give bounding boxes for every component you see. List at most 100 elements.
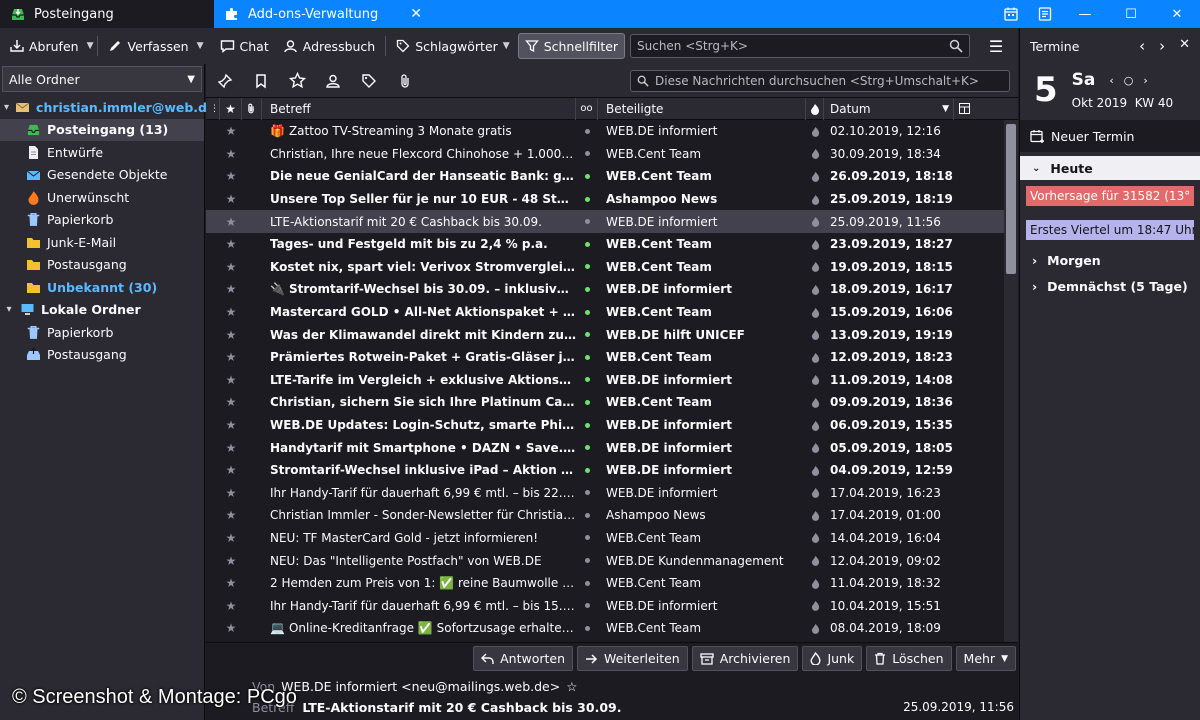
thread-column-icon[interactable]: ⋮ <box>206 97 220 120</box>
read-status-dot[interactable] <box>576 120 598 142</box>
read-status-dot[interactable] <box>576 233 598 255</box>
read-status-dot[interactable] <box>576 324 598 346</box>
junk-status-icon[interactable] <box>806 324 824 346</box>
star-icon[interactable]: ★ <box>220 346 242 368</box>
agenda-today-section[interactable]: ⌄ Heute <box>1020 156 1200 180</box>
get-mail-button[interactable]: Abrufen <box>4 33 85 59</box>
new-event-button[interactable]: Neuer Termin <box>1020 120 1200 152</box>
star-icon[interactable]: ★ <box>220 278 242 300</box>
folder-item[interactable]: Postausgang <box>0 254 204 277</box>
write-dropdown-icon[interactable]: ▼ <box>197 41 204 51</box>
junk-status-icon[interactable] <box>806 617 824 639</box>
message-row[interactable]: ★ LTE-Aktionstarif mit 20 € Cashback bis … <box>206 210 1018 233</box>
correspondents-column-header[interactable]: Beteiligte <box>598 97 806 120</box>
read-status-dot[interactable] <box>576 572 598 594</box>
junk-status-icon[interactable] <box>806 256 824 278</box>
star-icon[interactable]: ★ <box>220 211 242 233</box>
folder-item[interactable]: Postausgang <box>0 344 204 367</box>
star-icon[interactable]: ★ <box>220 391 242 413</box>
delete-button[interactable]: Löschen <box>866 646 952 671</box>
read-status-dot[interactable] <box>576 391 598 413</box>
global-search-input[interactable]: Suchen <Strg+K> <box>630 34 970 58</box>
archive-button[interactable]: Archivieren <box>691 646 799 671</box>
message-search-input[interactable]: Diese Nachrichten durchsuchen <Strg+Umsc… <box>630 69 1010 92</box>
agenda-event[interactable]: Erstes Viertel um 18:47 Uhr <box>1026 220 1194 240</box>
read-status-dot[interactable] <box>576 437 598 459</box>
junk-status-icon[interactable] <box>806 211 824 233</box>
read-status-dot[interactable] <box>576 459 598 481</box>
star-icon[interactable]: ★ <box>220 188 242 210</box>
column-picker-icon[interactable] <box>954 98 974 120</box>
folder-item[interactable]: Papierkorb <box>0 321 204 344</box>
starred-filter-icon[interactable] <box>286 70 308 92</box>
junk-status-icon[interactable] <box>806 527 824 549</box>
close-tab-icon[interactable]: ✕ <box>410 6 422 22</box>
junk-status-icon[interactable] <box>806 572 824 594</box>
chevron-left-icon[interactable]: ‹ <box>1139 37 1145 55</box>
date-column-header[interactable]: Datum ▼ <box>824 97 954 120</box>
tab-inbox[interactable]: Posteingang <box>0 0 214 28</box>
attachment-filter-icon[interactable] <box>394 70 416 92</box>
read-status-dot[interactable] <box>576 211 598 233</box>
read-status-dot[interactable] <box>576 504 598 526</box>
message-row[interactable]: ★ Handytarif mit Smartphone • DAZN • Save… <box>206 436 1018 459</box>
read-status-column-icon[interactable]: oo <box>576 97 598 120</box>
folder-item[interactable]: Unbekannt (30) <box>0 276 204 299</box>
calendar-icon[interactable] <box>994 0 1028 28</box>
message-row[interactable]: ★ NEU: Das "Intelligente Postfach" von WE… <box>206 549 1018 572</box>
more-button[interactable]: Mehr ▼ <box>955 646 1016 671</box>
star-icon[interactable]: ★ <box>220 437 242 459</box>
star-icon[interactable]: ★ <box>220 369 242 391</box>
tags-button[interactable]: Schlagwörter ▼ <box>390 33 515 59</box>
star-icon[interactable]: ★ <box>220 233 242 255</box>
junk-column-icon[interactable] <box>806 97 824 120</box>
star-icon[interactable]: ★ <box>220 120 242 142</box>
scrollbar-thumb[interactable] <box>1006 124 1016 274</box>
chevron-right-icon[interactable]: › <box>1159 37 1165 55</box>
folder-item[interactable]: Posteingang (13) <box>0 118 204 141</box>
quick-filter-button[interactable]: Schnellfilter <box>517 33 626 59</box>
message-row[interactable]: ★ Christian, Ihre neue Flexcord Chinohose… <box>206 143 1018 166</box>
junk-status-icon[interactable] <box>806 143 824 165</box>
read-status-dot[interactable] <box>576 188 598 210</box>
junk-status-icon[interactable] <box>806 414 824 436</box>
agenda-event[interactable]: Vorhersage für 31582 (13° | 5°) <box>1026 186 1194 206</box>
star-icon[interactable]: ★ <box>220 459 242 481</box>
read-status-dot[interactable] <box>576 595 598 617</box>
star-icon[interactable]: ★ <box>220 504 242 526</box>
junk-status-icon[interactable] <box>806 278 824 300</box>
star-icon[interactable]: ★ <box>220 256 242 278</box>
message-row[interactable]: ★ NEU: TF MasterCard Gold - jetzt informi… <box>206 527 1018 550</box>
message-row[interactable]: ★ 🎁 Zattoo TV-Streaming 3 Monate gratis WEB… <box>206 120 1018 143</box>
message-row[interactable]: ★ Kostet nix, spart viel: Verivox Stromve… <box>206 256 1018 279</box>
star-icon[interactable]: ★ <box>220 482 242 504</box>
star-icon[interactable]: ★ <box>220 617 242 639</box>
message-row[interactable]: ★ Die neue GenialCard der Hanseatic Bank:… <box>206 165 1018 188</box>
star-column-icon[interactable]: ★ <box>220 97 242 120</box>
star-icon[interactable]: ★ <box>220 165 242 187</box>
junk-status-icon[interactable] <box>806 391 824 413</box>
message-row[interactable]: ★ Was der Klimawandel direkt mit Kindern … <box>206 323 1018 346</box>
message-row[interactable]: ★ 💻 Online-Kreditanfrage ✅ Sofortzusage er… <box>206 617 1018 640</box>
message-row[interactable]: ★ WEB.DE Updates: Login-Schutz, smarte Ph… <box>206 414 1018 437</box>
message-row[interactable]: ★ Christian Immler - Sonder-Newsletter fü… <box>206 504 1018 527</box>
folder-item[interactable]: Papierkorb <box>0 209 204 232</box>
junk-button[interactable]: Junk <box>802 646 863 671</box>
message-row[interactable]: ★ Tages- und Festgeld mit bis zu 2,4 % p.… <box>206 233 1018 256</box>
tasks-icon[interactable] <box>1028 0 1062 28</box>
read-status-dot[interactable] <box>576 527 598 549</box>
message-row[interactable]: ★ 2 Hemden zum Preis von 1: ✅ reine Baumw… <box>206 572 1018 595</box>
hamburger-menu-icon[interactable]: ☰ <box>984 36 1008 56</box>
reply-button[interactable]: Antworten <box>473 646 574 671</box>
junk-status-icon[interactable] <box>806 595 824 617</box>
message-row[interactable]: ★ Ihr Handy-Tarif für dauerhaft 6,99 € mt… <box>206 594 1018 617</box>
read-status-dot[interactable] <box>576 482 598 504</box>
read-status-dot[interactable] <box>576 414 598 436</box>
junk-status-icon[interactable] <box>806 482 824 504</box>
star-icon[interactable]: ★ <box>220 301 242 323</box>
read-status-dot[interactable] <box>576 617 598 639</box>
message-row[interactable]: ★ Christian, sichern Sie sich Ihre Platin… <box>206 391 1018 414</box>
read-status-dot[interactable] <box>576 143 598 165</box>
address-book-button[interactable]: Adressbuch <box>277 33 382 59</box>
star-icon[interactable]: ★ <box>220 550 242 572</box>
